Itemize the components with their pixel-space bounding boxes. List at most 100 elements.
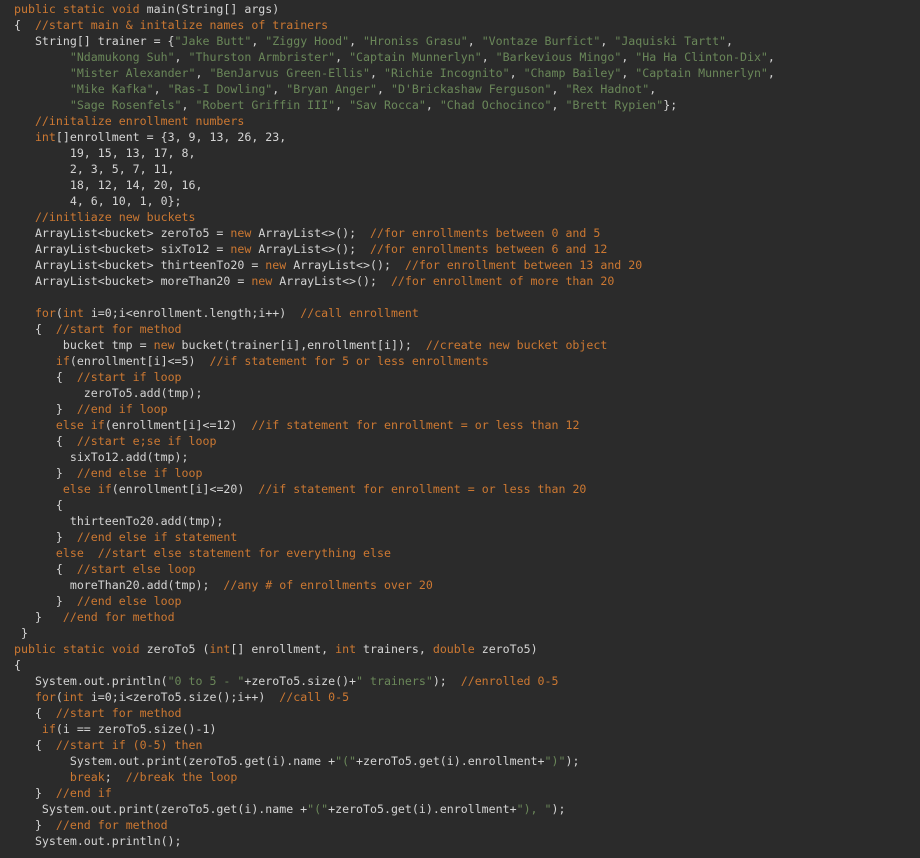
- code-token: //end else if statement: [76, 530, 238, 544]
- code-line: thirteenTo20.add(tmp);: [14, 513, 920, 529]
- code-line: } //end else loop: [14, 593, 920, 609]
- code-line: "Sage Rosenfels", "Robert Griffin III", …: [14, 97, 920, 113]
- code-token: (enrollment[i]<=20): [111, 482, 259, 496]
- code-token: "Barkevious Mingo": [495, 50, 622, 64]
- code-line: { //start e;se if loop: [14, 433, 920, 449]
- code-line: { //start main & initalize names of trai…: [14, 17, 920, 33]
- code-token: }: [14, 626, 28, 640]
- code-token: 18, 12, 14, 20, 16,: [14, 178, 203, 192]
- code-token: "Robert Griffin III": [195, 98, 336, 112]
- code-token: "Jake Butt": [174, 34, 252, 48]
- code-token: {: [14, 706, 56, 720]
- code-token: //start main & initalize names of traine…: [34, 18, 329, 32]
- code-token: //for enrollment between 13 and 20: [404, 258, 643, 272]
- code-line: for(int i=0;i<zeroTo5.size();i++) //call…: [14, 689, 920, 705]
- code-token: ,: [335, 98, 350, 112]
- code-token: break: [69, 770, 105, 784]
- code-token: //call enrollment: [300, 306, 419, 320]
- code-token: ,: [335, 50, 350, 64]
- code-token: ,: [509, 66, 524, 80]
- code-token: "BenJarvus Green-Ellis": [209, 66, 370, 80]
- code-token: "Mister Alexander": [69, 66, 196, 80]
- code-token: "Bryan Anger": [286, 82, 377, 96]
- code-token: //if statement for enrollment = or less …: [251, 418, 580, 432]
- code-token: zeroTo5.add(tmp);: [14, 386, 203, 400]
- code-token: int: [62, 690, 84, 704]
- code-area[interactable]: public static void main(String[] args){ …: [14, 1, 920, 849]
- code-line: moreThan20.add(tmp); //any # of enrollme…: [14, 577, 920, 593]
- code-token: if: [41, 722, 56, 736]
- code-token: ,: [377, 82, 391, 96]
- code-token: if: [55, 354, 70, 368]
- code-token: );: [432, 674, 461, 688]
- code-token: bucket(trainer[i],enrollment[i]);: [174, 338, 426, 352]
- code-line: } //end for method: [14, 817, 920, 833]
- code-token: int: [209, 642, 231, 656]
- code-token: ,: [551, 82, 566, 96]
- code-line: ArrayList<bucket> zeroTo5 = new ArrayLis…: [14, 225, 920, 241]
- code-line: String[] trainer = {"Jake Butt", "Ziggy …: [14, 33, 920, 49]
- code-token: trainers,: [356, 642, 433, 656]
- code-token: //end for method: [55, 818, 168, 832]
- code-token: //end if: [55, 786, 112, 800]
- code-line: ArrayList<bucket> thirteenTo20 = new Arr…: [14, 257, 920, 273]
- code-token: {: [14, 434, 77, 448]
- code-token: ,: [370, 66, 384, 80]
- code-token: System.out.print(zeroTo5.get(i).name +: [14, 802, 308, 816]
- code-token: ArrayList<>();: [286, 258, 405, 272]
- code-line: for(int i=0;i<enrollment.length;i++) //c…: [14, 305, 920, 321]
- code-token: //start else loop: [76, 562, 196, 576]
- code-token: //enrolled 0-5: [460, 674, 559, 688]
- code-token: 2, 3, 5, 7, 11,: [14, 162, 175, 176]
- code-token: System.out.println(: [14, 674, 168, 688]
- code-token: bucket tmp =: [14, 338, 154, 352]
- code-token: "Brett Rypien": [565, 98, 664, 112]
- code-token: double: [432, 642, 475, 656]
- code-token: System.out.print(zeroTo5.get(i).name +: [14, 754, 336, 768]
- code-token: "Richie Incognito": [383, 66, 510, 80]
- code-token: {: [14, 498, 63, 512]
- code-token: new: [251, 274, 273, 288]
- code-line: "Mister Alexander", "BenJarvus Green-Ell…: [14, 65, 920, 81]
- code-token: else: [55, 546, 84, 560]
- code-token: //for enrollments between 6 and 12: [370, 242, 608, 256]
- code-token: //start for method: [55, 706, 182, 720]
- code-line: }: [14, 625, 920, 641]
- code-line: 2, 3, 5, 7, 11,: [14, 161, 920, 177]
- code-token: ,: [767, 50, 775, 64]
- code-line: public static void main(String[] args): [14, 1, 920, 17]
- code-editor[interactable]: public static void main(String[] args){ …: [0, 0, 920, 858]
- code-token: }: [14, 610, 63, 624]
- code-line: 4, 6, 10, 1, 0};: [14, 193, 920, 209]
- code-token: ,: [349, 34, 364, 48]
- code-token: ,: [726, 34, 734, 48]
- code-token: i=0;i<zeroTo5.size();i++): [83, 690, 280, 704]
- code-token: int: [34, 130, 56, 144]
- code-token: []enrollment = {3, 9, 13, 26, 23,: [55, 130, 287, 144]
- code-token: new: [153, 338, 175, 352]
- code-token: }: [14, 818, 56, 832]
- code-token: "D'Brickashaw Ferguson": [390, 82, 552, 96]
- code-token: ,: [174, 50, 189, 64]
- code-token: //for enrollment of more than 20: [390, 274, 615, 288]
- code-line: System.out.print(zeroTo5.get(i).name +"(…: [14, 753, 920, 769]
- code-token: //end for method: [62, 610, 175, 624]
- code-token: public static void: [14, 2, 147, 16]
- code-token: ,: [649, 82, 657, 96]
- code-line: "Ndamukong Suh", "Thurston Armbrister", …: [14, 49, 920, 65]
- code-token: "Captain Munnerlyn": [349, 50, 482, 64]
- code-token: "Ziggy Hood": [265, 34, 350, 48]
- code-line: zeroTo5.add(tmp);: [14, 385, 920, 401]
- code-token: moreThan20.add(tmp);: [14, 578, 224, 592]
- code-line: int[]enrollment = {3, 9, 13, 26, 23,: [14, 129, 920, 145]
- code-token: ArrayList<>();: [251, 242, 371, 256]
- code-token: {: [14, 658, 21, 672]
